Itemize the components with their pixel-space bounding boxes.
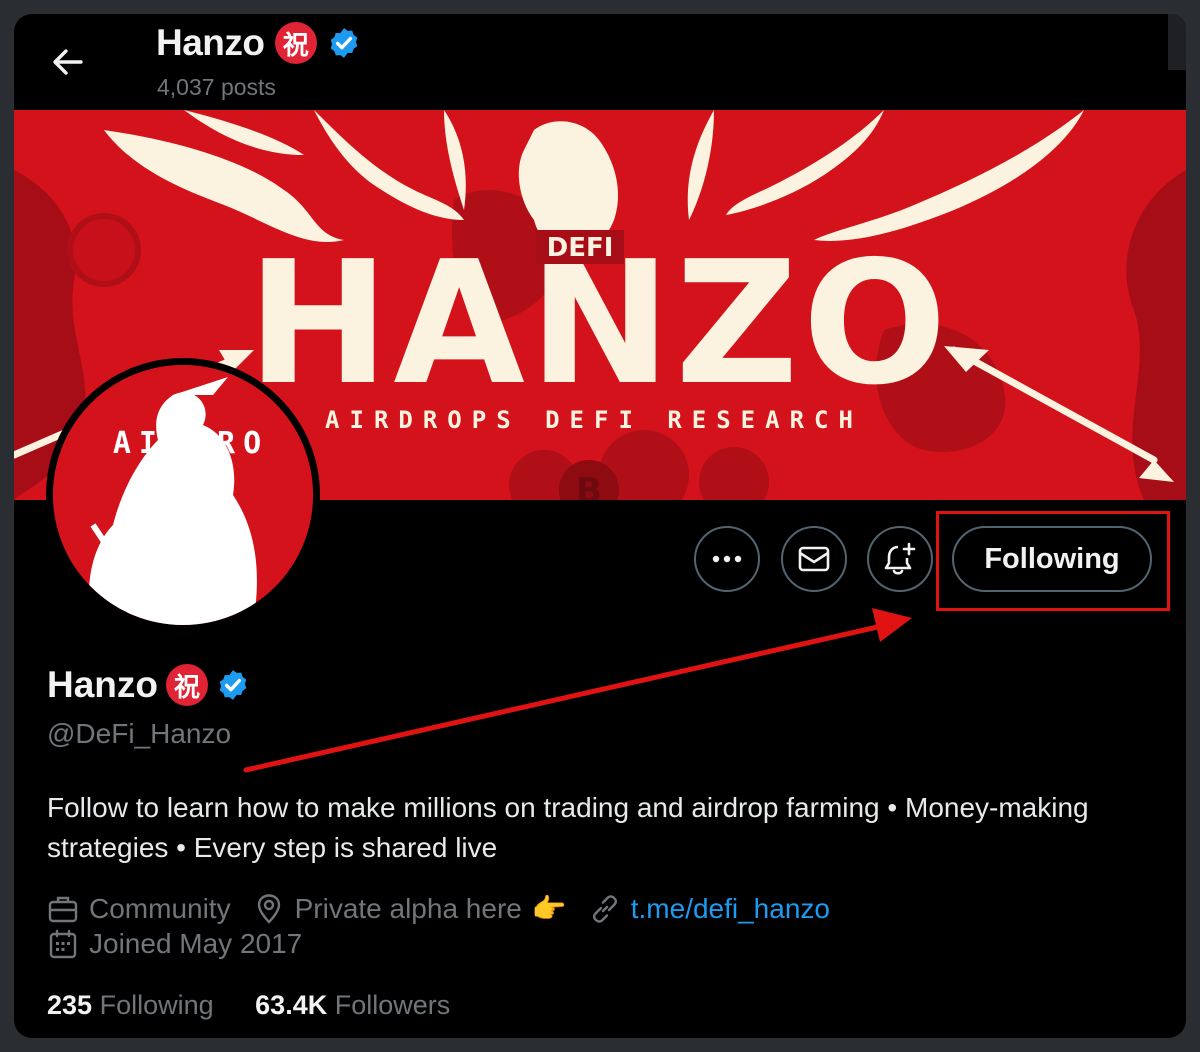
location-label: Private alpha here	[294, 892, 522, 924]
location-item: Private alpha here 👉	[253, 892, 567, 925]
avatar-text: AIRDRO	[113, 426, 269, 461]
follow-stats: 235 Following 63.4K Followers	[47, 990, 484, 1021]
avatar-artwork: AIRDRO	[53, 365, 313, 625]
window-scrollbar-corner	[1168, 14, 1186, 70]
following-button[interactable]: Following	[952, 526, 1152, 592]
profile-window: Hanzo 祝 4,037 posts HANZO DEFI AIRDROPS …	[14, 14, 1186, 1038]
svg-text:B: B	[576, 471, 602, 500]
profile-meta-row: Community Private alpha here 👉 t.me/defi…	[47, 892, 852, 925]
back-button[interactable]	[44, 42, 90, 82]
category-item: Community	[47, 893, 231, 925]
verified-badge-icon	[219, 670, 247, 700]
notifications-button[interactable]	[867, 526, 933, 592]
link-icon	[592, 894, 617, 923]
location-pin-icon	[257, 893, 280, 924]
joined-label: Joined May 2017	[89, 928, 303, 959]
header-title: Hanzo 祝	[156, 22, 361, 64]
banner-tag-text: DEFI	[547, 233, 614, 263]
website-item[interactable]: t.me/defi_hanzo	[589, 893, 830, 925]
followers-stat-link[interactable]: 63.4K Followers	[255, 990, 450, 1021]
followers-count: 63.4K	[255, 990, 328, 1020]
arrow-left-icon	[53, 49, 83, 75]
calendar-icon	[49, 929, 77, 959]
bell-plus-icon	[884, 542, 916, 575]
followers-label: Followers	[334, 990, 451, 1020]
following-stat-link[interactable]: 235 Following	[47, 990, 214, 1021]
profile-bio: Follow to learn how to make millions on …	[47, 792, 1089, 863]
joined-row: Joined May 2017	[47, 928, 324, 960]
congratulation-emoji-icon: 祝	[274, 22, 317, 64]
verified-badge-icon	[330, 28, 357, 58]
profile-name-row: Hanzo 祝	[47, 664, 250, 706]
following-label: Following	[99, 990, 214, 1020]
banner-subtitle: AIRDROPS DEFI RESEARCH	[325, 406, 863, 434]
header-name: Hanzo	[156, 22, 265, 63]
website-link[interactable]: t.me/defi_hanzo	[631, 893, 830, 925]
profile-name: Hanzo	[47, 664, 158, 705]
profile-avatar[interactable]: AIRDRO	[46, 358, 320, 632]
post-count: 4,037 posts	[157, 74, 276, 100]
envelope-icon	[798, 546, 830, 572]
congratulation-emoji-icon: 祝	[166, 664, 208, 706]
following-count: 235	[47, 990, 93, 1020]
more-icon	[712, 555, 742, 563]
briefcase-icon	[48, 896, 78, 922]
category-label: Community	[89, 892, 231, 924]
joined-item: Joined May 2017	[47, 928, 302, 960]
more-options-button[interactable]	[694, 526, 760, 592]
pointing-right-emoji-icon: 👉	[531, 892, 567, 925]
message-button[interactable]	[781, 526, 847, 592]
profile-handle: @DeFi_Hanzo	[47, 718, 232, 749]
